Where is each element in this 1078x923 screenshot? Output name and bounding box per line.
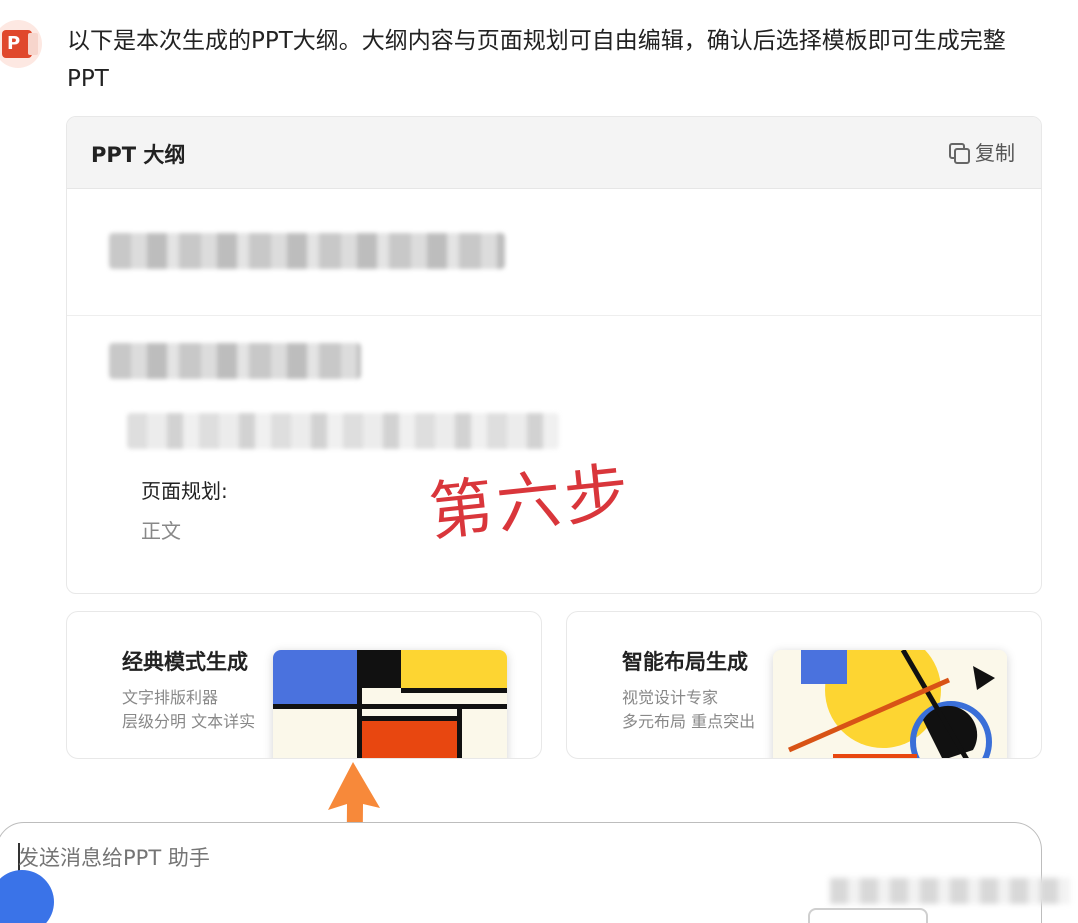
classic-mode-title: 经典模式生成 [122,650,248,674]
blurred-chapter-text[interactable] [109,343,361,379]
smart-layout-card[interactable]: 智能布局生成 视觉设计专家 多元布局 重点突出 [566,611,1042,759]
ppt-logo-icon: P [2,30,38,58]
assistant-avatar: P [0,20,42,68]
smart-mode-desc-2: 多元布局 重点突出 [622,712,756,731]
copy-button[interactable]: 复制 [949,137,1015,166]
classic-mode-card[interactable]: 经典模式生成 文字排版利器 层级分明 文本详实 [66,611,542,759]
blurred-title-text [109,233,505,269]
message-input[interactable] [18,846,718,870]
smart-mode-title: 智能布局生成 [622,650,748,674]
copy-icon [949,142,970,164]
classic-mode-desc-2: 层级分明 文本详实 [122,712,256,731]
send-button[interactable] [808,908,928,923]
blurred-subpoint-text[interactable] [127,413,559,449]
smart-mode-thumbnail [773,650,1007,758]
copy-label: 复制 [975,141,1015,165]
classic-mode-thumbnail [273,650,507,758]
page-plan-label: 页面规划: [141,479,228,503]
mondrian-illustration [273,650,507,758]
outline-title: PPT 大纲 [91,143,186,167]
chat-page: P 以下是本次生成的PPT大纲。大纲内容与页面规划可自由编辑，确认后选择模板即可… [0,0,1078,923]
abstract-illustration [773,650,1007,758]
classic-mode-desc-1: 文字排版利器 [122,688,219,707]
outline-section-title[interactable] [67,189,1041,316]
assistant-message: 以下是本次生成的PPT大纲。大纲内容与页面规划可自由编辑，确认后选择模板即可生成… [67,28,1006,92]
outline-header: PPT 大纲 复制 [67,117,1041,189]
page-plan-value[interactable]: 正文 [141,515,181,544]
smart-mode-desc-1: 视觉设计专家 [622,688,719,707]
blurred-toolbar [830,878,1070,904]
